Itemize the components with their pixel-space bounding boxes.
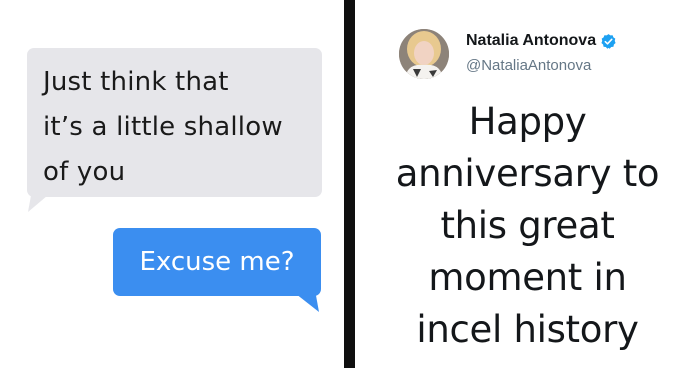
tweet-text: Happy anniversary to this great moment i… xyxy=(355,96,700,356)
avatar[interactable] xyxy=(399,29,449,79)
user-handle[interactable]: @NataliaAntonova xyxy=(466,57,591,74)
outgoing-message-text: Excuse me? xyxy=(139,247,295,277)
verified-badge-icon xyxy=(601,33,616,49)
outgoing-message-bubble: Excuse me? xyxy=(113,228,321,296)
tweet-text-line: moment in xyxy=(428,256,627,299)
tweet-text-line: Happy xyxy=(468,100,587,143)
tweet-panel: Natalia Antonova @NataliaAntonova Happy … xyxy=(355,0,700,368)
incoming-message-bubble: Just think that it’s a little shallow of… xyxy=(27,48,322,197)
tweet-text-line: this great xyxy=(440,204,615,247)
incoming-message-line: of you xyxy=(43,157,126,187)
incoming-message-line: it’s a little shallow xyxy=(43,112,283,142)
incoming-bubble-tail xyxy=(28,190,54,212)
panel-divider xyxy=(344,0,355,368)
display-name[interactable]: Natalia Antonova xyxy=(466,32,617,50)
display-name-text: Natalia Antonova xyxy=(466,32,597,49)
tweet-text-line: anniversary to xyxy=(395,152,660,195)
tweet-text-line: incel history xyxy=(416,308,639,351)
chat-panel: Just think that it’s a little shallow of… xyxy=(0,0,344,368)
outgoing-bubble-tail xyxy=(291,290,319,312)
incoming-message-line: Just think that xyxy=(43,67,229,97)
